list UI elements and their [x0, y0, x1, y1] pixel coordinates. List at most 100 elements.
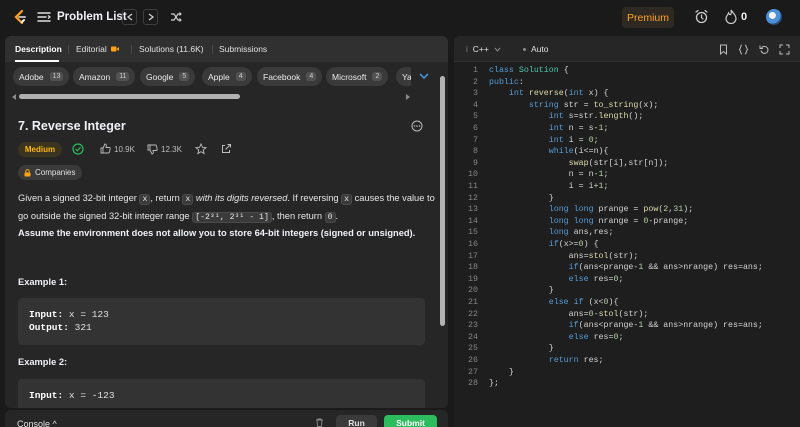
star-icon[interactable]	[195, 143, 207, 155]
company-chip[interactable]: Apple 4	[202, 67, 252, 86]
company-chip[interactable]: Google 5	[140, 67, 196, 86]
code-line: 8 while(i<=n){	[454, 146, 800, 158]
info-icon: i	[466, 44, 468, 54]
code-line: 27 }	[454, 367, 800, 379]
braces-icon[interactable]	[738, 44, 749, 55]
code-line: 11 i = i+1;	[454, 181, 800, 193]
input-value: x = 123	[63, 309, 109, 320]
code-line: 14 long long nrange = 0-prange;	[454, 216, 800, 228]
share-icon[interactable]	[221, 143, 232, 154]
code-line: 21 else if (x<0){	[454, 297, 800, 309]
inline-code: 0	[324, 212, 336, 223]
tab-description[interactable]: Description	[15, 44, 62, 54]
horizontal-scrollbar[interactable]	[19, 94, 240, 99]
fire-icon[interactable]	[725, 9, 737, 24]
thumbs-up-icon[interactable]	[100, 143, 111, 154]
example-input-line: Input: x = 123	[29, 308, 414, 321]
expand-icon[interactable]	[779, 44, 790, 55]
tab-divider	[212, 45, 213, 54]
company-count: 4	[306, 72, 317, 81]
line-code: long ans,res;	[548, 228, 614, 238]
code-line: 9 swap(str[i],str[n]);	[454, 158, 800, 170]
chevron-left-icon	[126, 13, 132, 21]
line-number: 8	[473, 147, 478, 157]
tab-divider	[131, 45, 132, 54]
code-line: 24 else res=0;	[454, 332, 800, 344]
company-chip[interactable]: Amazon 11	[73, 67, 136, 86]
code-line: 18 if(ans<prange-1 && ans>nrange) res=an…	[454, 262, 800, 274]
dot-icon	[523, 47, 526, 51]
desc-text: , then return	[271, 211, 325, 221]
company-chip[interactable]: Facebook 4	[257, 67, 323, 86]
company-name: Adobe	[19, 71, 44, 82]
chevron-right-icon	[148, 13, 154, 21]
code-line: 4 string str = to_string(x);	[454, 100, 800, 112]
line-number: 1	[473, 66, 478, 75]
code-line: 2 public:	[454, 77, 800, 89]
auto-mode-toggle[interactable]: Auto	[523, 44, 549, 54]
line-number: 3	[473, 89, 478, 99]
like-count: 10.9K	[114, 145, 135, 154]
line-code: if(x>=0) {	[548, 240, 599, 249]
scroll-right-arrow[interactable]	[406, 94, 410, 100]
line-number: 17	[468, 251, 478, 261]
language-select[interactable]: i C++	[466, 44, 501, 54]
line-code: ans=stol(str);	[489, 251, 639, 261]
code-line: 17 ans=stol(str);	[454, 251, 800, 263]
prev-problem-button[interactable]	[122, 9, 137, 25]
output-label: Output:	[29, 322, 69, 333]
submit-button[interactable]: Submit	[384, 415, 437, 427]
top-bar: Problem List Premium 0	[0, 0, 800, 34]
line-code: return res;	[548, 356, 604, 365]
tab-solutions[interactable]: Solutions (11.6K)	[139, 44, 204, 54]
line-number: 21	[468, 298, 478, 307]
companies-button[interactable]: Companies	[18, 165, 83, 180]
thumbs-down-icon[interactable]	[147, 144, 158, 155]
line-code: swap(str[i],str[n]);	[568, 158, 669, 168]
tab-submissions[interactable]: Submissions	[219, 44, 267, 54]
reset-icon[interactable]	[759, 44, 770, 55]
bookmark-icon[interactable]	[718, 44, 729, 55]
shuffle-icon[interactable]	[170, 11, 182, 23]
company-name: Google	[146, 71, 174, 82]
company-name: Amazon	[79, 71, 111, 82]
company-count: 11	[116, 72, 130, 81]
console-toggle[interactable]: Console ^	[17, 419, 57, 427]
run-button[interactable]: Run	[336, 415, 377, 427]
line-code: };	[489, 379, 499, 389]
line-code: }	[489, 193, 554, 203]
leetcode-logo-icon[interactable]	[12, 9, 28, 25]
scroll-left-arrow[interactable]	[12, 94, 16, 100]
company-chip[interactable]: Microsoft 2	[326, 67, 389, 86]
example-title: Example 2:	[18, 357, 68, 367]
line-number: 10	[468, 170, 478, 180]
premium-button[interactable]: Premium	[622, 7, 674, 28]
problem-description: Given a signed 32-bit integer x, return …	[18, 190, 436, 226]
line-number: 24	[468, 332, 478, 342]
code-line: 6 int n = s-1;	[454, 123, 800, 135]
alarm-clock-icon[interactable]	[694, 9, 709, 24]
chevron-down-icon[interactable]	[419, 72, 429, 80]
next-problem-button[interactable]	[143, 9, 158, 25]
line-code: int i = 0;	[548, 135, 599, 145]
avatar[interactable]	[766, 9, 782, 25]
inline-code: x	[139, 194, 151, 205]
more-options-icon[interactable]	[411, 120, 423, 132]
line-code: int n = s-1;	[548, 124, 609, 133]
tab-label: Submissions	[219, 44, 268, 54]
tab-editorial[interactable]: Editorial	[76, 44, 119, 54]
line-number: 12	[468, 193, 478, 203]
trash-icon[interactable]	[315, 418, 324, 427]
problem-list-link[interactable]: Problem List	[57, 11, 127, 23]
code-line: 12 }	[454, 193, 800, 205]
company-chip[interactable]: Ya	[396, 67, 411, 86]
problem-list-icon[interactable]	[37, 11, 51, 23]
lock-icon	[24, 168, 31, 176]
code-line: 10 n = n-1;	[454, 169, 800, 181]
line-code: public:	[489, 77, 524, 87]
line-code: long long nrange = 0-prange;	[548, 216, 689, 226]
company-chip[interactable]: Adobe 13	[13, 67, 70, 86]
company-count: 2	[372, 72, 383, 81]
vertical-scrollbar[interactable]	[440, 76, 445, 326]
code-line: 5 int s=str.length();	[454, 111, 800, 123]
